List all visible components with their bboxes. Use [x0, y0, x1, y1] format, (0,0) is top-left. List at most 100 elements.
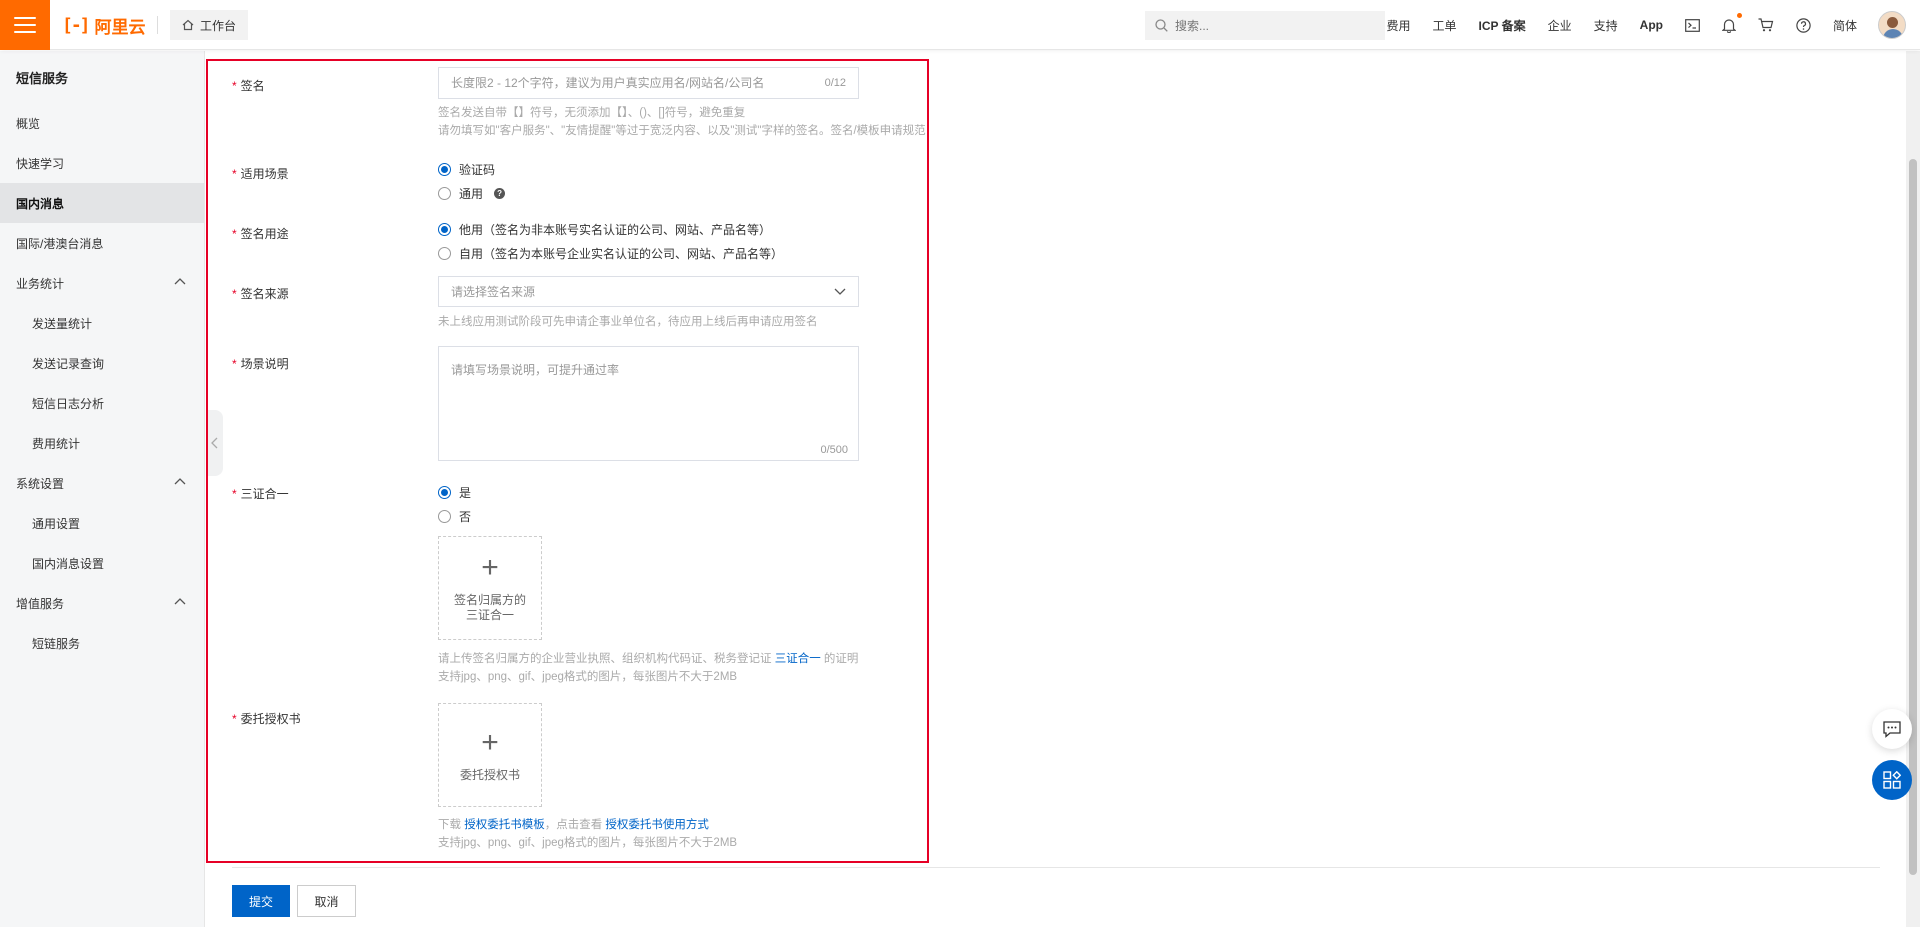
sidebar-item-label: 费用统计	[32, 436, 81, 451]
help-button[interactable]	[1785, 0, 1822, 50]
nav-icp[interactable]: ICP 备案	[1468, 0, 1537, 50]
radio-label: 验证码	[459, 163, 496, 177]
nav-support[interactable]: 支持	[1583, 0, 1629, 50]
user-avatar[interactable]	[1878, 11, 1906, 39]
source-hint: 未上线应用测试阶段可先申请企事业单位名，待应用上线后再申请应用签名	[438, 316, 818, 328]
page-scrollbar[interactable]	[1906, 51, 1920, 927]
quick-apps-button[interactable]	[1872, 760, 1912, 800]
search-input[interactable]	[1175, 18, 1365, 33]
plus-icon: +	[481, 725, 499, 759]
scrollbar-thumb[interactable]	[1909, 159, 1917, 875]
sidebar-item-send-volume[interactable]: 发送量统计	[0, 303, 204, 343]
authorization-upload[interactable]: + 委托授权书	[438, 703, 542, 807]
scenario-radio-general[interactable]: 通用?	[438, 185, 506, 202]
hamburger-menu-button[interactable]	[0, 0, 50, 50]
source-select[interactable]: 请选择签名来源	[438, 276, 859, 307]
help-icon[interactable]: ?	[494, 188, 506, 199]
upload-label: 委托授权书	[459, 767, 520, 782]
usage-label: * 签名用途	[232, 227, 289, 241]
usage-radio-self[interactable]: 自用（签名为本账号企业实名认证的公司、网站、产品名等）	[438, 245, 783, 262]
sidebar-group-value-added[interactable]: 增值服务	[0, 583, 204, 623]
top-bar: [-] 阿里云 工作台 费用 工单 ICP 备案 企业 支持 App 简体	[0, 0, 1920, 50]
usage-radio-others[interactable]: 他用（签名为非本账号实名认证的公司、网站、产品名等）	[438, 221, 771, 238]
sidebar-group-settings[interactable]: 系统设置	[0, 463, 204, 503]
sidebar-item-short-link[interactable]: 短链服务	[0, 623, 204, 663]
three-in-one-radio-yes[interactable]: 是	[438, 484, 471, 501]
three-in-one-hint-1: 请上传签名归属方的企业营业执照、组织机构代码证、税务登记证 三证合一 的证明	[438, 653, 859, 665]
language-switch[interactable]: 简体	[1822, 0, 1868, 50]
form-highlight-box	[206, 59, 929, 863]
sidebar-item-general-settings[interactable]: 通用设置	[0, 503, 204, 543]
radio-label: 自用（签名为本账号企业实名认证的公司、网站、产品名等）	[459, 247, 784, 261]
source-select-placeholder: 请选择签名来源	[451, 285, 536, 299]
signature-input[interactable]	[451, 76, 825, 90]
description-counter: 0/500	[820, 444, 848, 456]
signature-hint-1: 签名发送自带【】符号，无须添加【】、()、[]符号，避免重复	[438, 107, 746, 119]
sidebar-item-label: 短信日志分析	[32, 396, 105, 411]
sidebar-group-stats[interactable]: 业务统计	[0, 263, 204, 303]
scenario-radio-verification[interactable]: 验证码	[438, 161, 495, 178]
home-icon	[182, 19, 194, 31]
sidebar-item-cost-stats[interactable]: 费用统计	[0, 423, 204, 463]
signature-field[interactable]: 0/12	[438, 67, 859, 99]
sidebar-item-domestic[interactable]: 国内消息	[0, 183, 204, 223]
description-textarea[interactable]	[451, 361, 846, 431]
logo-text: 阿里云	[94, 17, 146, 37]
cart-button[interactable]	[1747, 0, 1785, 50]
sidebar-group-label: 增值服务	[16, 596, 65, 611]
notification-dot	[1736, 13, 1742, 18]
sidebar-item-quick-learn[interactable]: 快速学习	[0, 143, 204, 183]
sidebar-item-label: 通用设置	[32, 516, 81, 531]
upload-label: 三证合一	[465, 608, 514, 622]
signature-hint-2: 请勿填写如"客户服务"、"友情提醒"等过于宽泛内容、以及"测试"字样的签名。签名…	[438, 125, 926, 137]
radio-label: 他用（签名为非本账号实名认证的公司、网站、产品名等）	[459, 223, 772, 237]
bell-icon	[1721, 18, 1736, 33]
nav-app[interactable]: App	[1629, 0, 1674, 50]
chevron-down-icon	[834, 288, 846, 295]
scenario-label: * 适用场景	[232, 167, 289, 181]
chat-icon	[1883, 720, 1901, 738]
radio-label: 是	[459, 486, 472, 500]
sidebar-item-label: 发送记录查询	[32, 356, 105, 371]
search-box[interactable]	[1145, 11, 1385, 40]
workbench-button[interactable]: 工作台	[170, 10, 249, 40]
cancel-button[interactable]: 取消	[297, 885, 356, 917]
sidebar-item-domestic-settings[interactable]: 国内消息设置	[0, 543, 204, 583]
aliyun-logo[interactable]: [-] 阿里云	[62, 14, 146, 37]
nav-tickets[interactable]: 工单	[1421, 0, 1467, 50]
template-download-link[interactable]: 授权委托书模板	[464, 819, 545, 831]
description-field[interactable]: 0/500	[438, 346, 859, 461]
sidebar-item-label: 发送量统计	[32, 316, 93, 331]
sidebar-item-log-analysis[interactable]: 短信日志分析	[0, 383, 204, 423]
terminal-button[interactable]	[1674, 0, 1711, 50]
signature-counter: 0/12	[824, 77, 846, 89]
authorization-hint-1: 下载 授权委托书模板，点击查看 授权委托书使用方式	[438, 819, 709, 831]
sidebar-group-label: 系统设置	[16, 476, 65, 491]
sidebar-item-send-records[interactable]: 发送记录查询	[0, 343, 204, 383]
three-in-one-upload[interactable]: + 签名归属方的 三证合一	[438, 536, 542, 640]
top-nav: 费用 工单 ICP 备案 企业 支持 App 简体	[1375, 0, 1920, 50]
submit-button[interactable]: 提交	[232, 885, 290, 917]
nav-enterprise[interactable]: 企业	[1537, 0, 1583, 50]
radio-unchecked-icon	[438, 247, 451, 260]
radio-unchecked-icon	[438, 187, 451, 200]
notification-button[interactable]	[1711, 0, 1747, 50]
three-in-one-radio-no[interactable]: 否	[438, 508, 471, 525]
three-in-one-hint-2: 支持jpg、png、gif、jpeg格式的图片，每张图片不大于2MB	[438, 671, 738, 683]
authorization-label: * 委托授权书	[232, 712, 301, 726]
sidebar-item-label: 快速学习	[16, 156, 65, 171]
divider	[157, 16, 158, 34]
feedback-button[interactable]	[1872, 709, 1912, 749]
usage-guide-link[interactable]: 授权委托书使用方式	[605, 819, 709, 831]
three-in-one-link[interactable]: 三证合一	[775, 653, 821, 665]
sidebar: 短信服务 概览 快速学习 国内消息 国际/港澳台消息 业务统计 发送量统计 发送…	[0, 51, 205, 927]
signature-label: * 签名	[232, 79, 265, 93]
chevron-up-icon	[174, 598, 186, 605]
nav-fees[interactable]: 费用	[1375, 0, 1421, 50]
radio-checked-icon	[438, 223, 451, 236]
terminal-icon	[1685, 18, 1700, 32]
cart-icon	[1758, 18, 1774, 32]
sidebar-item-label: 概览	[16, 116, 41, 131]
sidebar-item-international[interactable]: 国际/港澳台消息	[0, 223, 204, 263]
sidebar-item-overview[interactable]: 概览	[0, 103, 204, 143]
